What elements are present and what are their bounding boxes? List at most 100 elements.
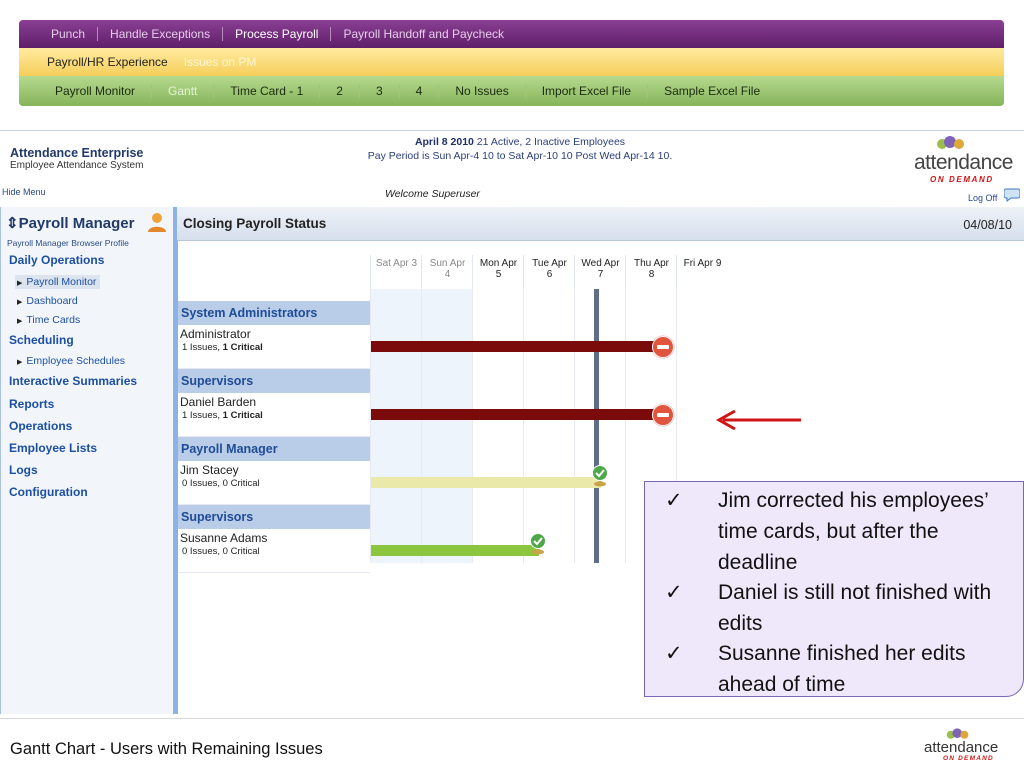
nav-tab-sample-excel[interactable]: Sample Excel File	[648, 84, 776, 98]
gantt-progress-bar[interactable]	[371, 477, 601, 488]
header-status-line: April 8 2010 21 Active, 2 Inactive Emplo…	[310, 136, 730, 148]
gantt-day-header: Sun Apr 4	[421, 255, 473, 289]
sidebar-section-scheduling[interactable]: Scheduling	[9, 333, 74, 347]
gantt-progress-bar[interactable]	[371, 409, 665, 420]
checkmark-icon: ✓	[665, 581, 683, 604]
gantt-group-header[interactable]: Supervisors	[178, 505, 370, 529]
day-label: Tue Apr	[532, 258, 567, 269]
issue-count: 0 Issues,	[182, 478, 221, 489]
day-label: Fri Apr 9	[683, 258, 722, 269]
sidebar-section-logs[interactable]: Logs	[9, 463, 38, 477]
critical-count: 1 Critical	[222, 342, 263, 353]
slide-title: Gantt Chart - Users with Remaining Issue…	[10, 740, 323, 758]
header-employee-counts: 21 Active, 2 Inactive Employees	[473, 136, 626, 148]
gantt-employee-row[interactable]: Jim Stacey 0 Issues, 0 Critical	[178, 461, 370, 505]
gantt-day-header: Sat Apr 3	[370, 255, 422, 289]
nav-tab-process-payroll[interactable]: Process Payroll	[223, 27, 332, 41]
gantt-progress-bar[interactable]	[371, 545, 540, 556]
gantt-employee-row[interactable]: Administrator 1 Issues, 1 Critical	[178, 325, 370, 369]
issue-summary: 0 Issues, 0 Critical	[182, 478, 370, 489]
sidebar-section-employee-lists[interactable]: Employee Lists	[9, 441, 97, 455]
gantt-grid-column	[574, 289, 626, 563]
nav-tab-punch[interactable]: Punch	[39, 27, 99, 41]
nav-tab-payroll-handoff[interactable]: Payroll Handoff and Paycheck	[331, 27, 516, 41]
sidebar-item-employee-schedules[interactable]: ▶ Employee Schedules	[17, 355, 125, 367]
logo-tagline: ON DEMAND	[930, 175, 994, 184]
gantt-progress-bar[interactable]	[371, 341, 665, 352]
sidebar-item-dashboard[interactable]: ▶ Dashboard	[17, 295, 78, 307]
day-label: Mon Apr	[479, 258, 518, 269]
sidebar-item-time-cards[interactable]: ▶ Time Cards	[17, 314, 80, 326]
complete-check-icon[interactable]	[528, 533, 548, 555]
day-number: 5	[495, 269, 502, 280]
sidebar-item-label: Employee Schedules	[26, 355, 126, 367]
complete-check-icon[interactable]	[590, 465, 610, 487]
employee-name[interactable]: Jim Stacey	[180, 463, 370, 477]
issue-summary: 1 Issues, 1 Critical	[182, 410, 370, 421]
critical-count: 1 Critical	[222, 410, 263, 421]
header-date: April 8 2010	[414, 136, 474, 148]
sidebar-section-operations[interactable]: Operations	[9, 419, 72, 433]
gantt-grid-column	[421, 289, 473, 563]
gantt-group-header[interactable]: Supervisors	[178, 369, 370, 393]
day-label: Wed Apr	[581, 258, 620, 269]
annotation-callout: ✓ Jim corrected his employees’ time cards…	[644, 481, 1024, 697]
callout-text: Daniel is still not finished with edits	[718, 581, 992, 635]
issue-count: 1 Issues,	[182, 410, 221, 421]
top-nav-primary: Punch Handle Exceptions Process Payroll …	[19, 20, 1004, 48]
issue-count: 1 Issues,	[182, 342, 221, 353]
nav-tab-handle-exceptions[interactable]: Handle Exceptions	[98, 27, 224, 41]
gantt-grid-column	[370, 289, 422, 563]
employee-name[interactable]: Administrator	[180, 327, 370, 341]
sidebar-item-label: Payroll Monitor	[26, 276, 97, 288]
day-number: 4	[444, 269, 451, 280]
gantt-employee-row[interactable]: Daniel Barden 1 Issues, 1 Critical	[178, 393, 370, 437]
sidebar-section-daily-operations[interactable]: Daily Operations	[9, 253, 104, 267]
gantt-day-header: Tue Apr 6	[523, 255, 575, 289]
speech-bubble-icon[interactable]	[1004, 186, 1020, 202]
gantt-day-header: Mon Apr 5	[472, 255, 524, 289]
sidebar-section-interactive-summaries[interactable]: Interactive Summaries	[9, 374, 137, 388]
nav-tab-issues-on-pm[interactable]: Issues on PM	[176, 55, 265, 69]
callout-item: ✓ Susanne finished her edits ahead of tim…	[665, 638, 1010, 700]
gantt-grid-column	[472, 289, 524, 563]
nav-tab-3[interactable]: 3	[360, 84, 400, 98]
gantt-day-header: Thu Apr 8	[625, 255, 677, 289]
today-marker-line	[594, 289, 599, 563]
employee-name[interactable]: Susanne Adams	[180, 531, 370, 545]
nav-tab-import-excel[interactable]: Import Excel File	[526, 84, 649, 98]
nav-tab-payroll-monitor[interactable]: Payroll Monitor	[39, 84, 153, 98]
hide-menu-link[interactable]: Hide Menu	[2, 187, 46, 197]
day-number: 8	[648, 269, 655, 280]
footer-logo-tagline: ON DEMAND	[943, 755, 994, 762]
page-date: 04/08/10	[963, 218, 1012, 232]
welcome-text: Welcome Superuser	[385, 188, 480, 200]
day-number: 6	[546, 269, 553, 280]
sidebar-section-configuration[interactable]: Configuration	[9, 485, 88, 499]
pay-period-text: Pay Period is Sun Apr-4 10 to Sat Apr-10…	[367, 150, 673, 162]
gantt-employee-row[interactable]: Susanne Adams 0 Issues, 0 Critical	[178, 529, 370, 573]
nav-tab-2[interactable]: 2	[320, 84, 360, 98]
triangle-right-icon: ▶	[17, 359, 23, 366]
log-off-link[interactable]: Log Off	[968, 193, 997, 203]
sidebar-section-reports[interactable]: Reports	[9, 397, 54, 411]
nav-tab-no-issues[interactable]: No Issues	[439, 84, 526, 98]
employee-name[interactable]: Daniel Barden	[180, 395, 370, 409]
browser-profile-link[interactable]: Payroll Manager Browser Profile	[7, 238, 129, 248]
nav-tab-payroll-hr-experience[interactable]: Payroll/HR Experience	[39, 55, 176, 69]
sidebar-item-payroll-monitor[interactable]: ▶ Payroll Monitor	[15, 275, 101, 289]
gantt-group-header[interactable]: Payroll Manager	[178, 437, 370, 461]
nav-tab-gantt[interactable]: Gantt	[152, 84, 215, 98]
sidebar-title[interactable]: ⇕Payroll Manager	[6, 214, 134, 232]
app-header: Attendance Enterprise Employee Attendanc…	[0, 131, 1024, 207]
content-title-bar: Closing Payroll Status 04/08/10	[177, 207, 1024, 241]
issue-summary: 0 Issues, 0 Critical	[182, 546, 370, 557]
footer-logo-wordmark: attendance	[924, 739, 999, 756]
gantt-group-header[interactable]: System Administrators	[178, 301, 370, 325]
gantt-day-header: Wed Apr 7	[574, 255, 626, 289]
nav-tab-4[interactable]: 4	[400, 84, 440, 98]
nav-tab-time-card-1[interactable]: Time Card - 1	[214, 84, 321, 98]
checkmark-icon: ✓	[665, 642, 683, 665]
triangle-right-icon: ▶	[17, 299, 23, 306]
top-nav-tertiary: Payroll Monitor Gantt Time Card - 1 2 3 …	[19, 76, 1004, 106]
